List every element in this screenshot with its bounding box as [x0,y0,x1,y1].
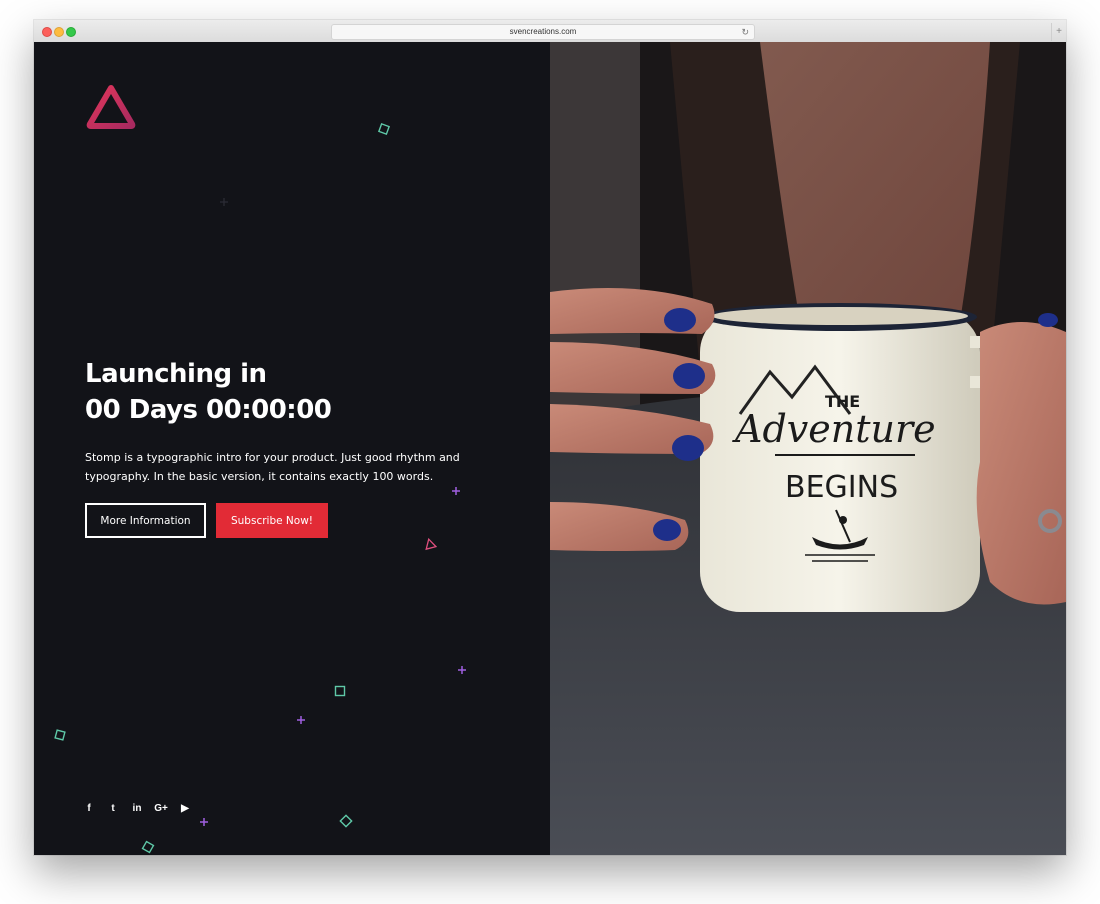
decorative-square-icon [54,729,66,741]
close-window-icon[interactable] [42,27,52,37]
hero-panel: Launching in 00 Days 00:00:00 Stomp is a… [34,42,550,855]
decorative-square-icon [141,840,155,854]
launch-countdown-heading: Launching in 00 Days 00:00:00 [85,356,332,428]
decorative-plus-icon [458,666,466,674]
more-information-button[interactable]: More Information [85,503,206,538]
browser-titlebar: svencreations.com ↻ + [34,20,1066,43]
facebook-icon[interactable]: f [82,802,96,816]
subscribe-now-button[interactable]: Subscribe Now! [216,503,328,538]
browser-window: svencreations.com ↻ + Launching in 00 Da… [34,20,1066,855]
reload-icon[interactable]: ↻ [741,25,749,39]
minimize-window-icon[interactable] [54,27,64,37]
logo-triangle-icon[interactable] [84,82,138,132]
woman-holding-mug-image: THE Adventure BEGINS [550,42,1066,855]
decorative-plus-icon [200,818,208,826]
decorative-square-icon [334,685,346,697]
decorative-plus-icon [452,487,460,495]
countdown-timer: 00 Days 00:00:00 [85,395,332,425]
hero-photo: THE Adventure BEGINS [550,42,1066,855]
mug-text-bottom: BEGINS [785,470,898,505]
twitter-icon[interactable]: t [106,802,120,816]
mug-text-script: Adventure [732,407,936,451]
social-links: f t in G+ ▶ [82,802,192,816]
address-bar[interactable]: svencreations.com ↻ [331,24,755,40]
decorative-square-icon [377,122,391,136]
decorative-plus-icon [220,198,228,206]
address-url: svencreations.com [509,27,577,36]
decorative-square-icon [339,814,353,828]
google-plus-icon[interactable]: G+ [154,802,168,816]
maximize-window-icon[interactable] [66,27,76,37]
hero-description: Stomp is a typographic intro for your pr… [85,451,460,483]
linkedin-icon[interactable]: in [130,802,144,816]
new-tab-icon[interactable]: + [1051,23,1066,41]
headline-line-1: Launching in [85,359,267,389]
decorative-triangle-icon [425,537,437,551]
youtube-icon[interactable]: ▶ [178,802,192,816]
decorative-plus-icon [297,716,305,724]
